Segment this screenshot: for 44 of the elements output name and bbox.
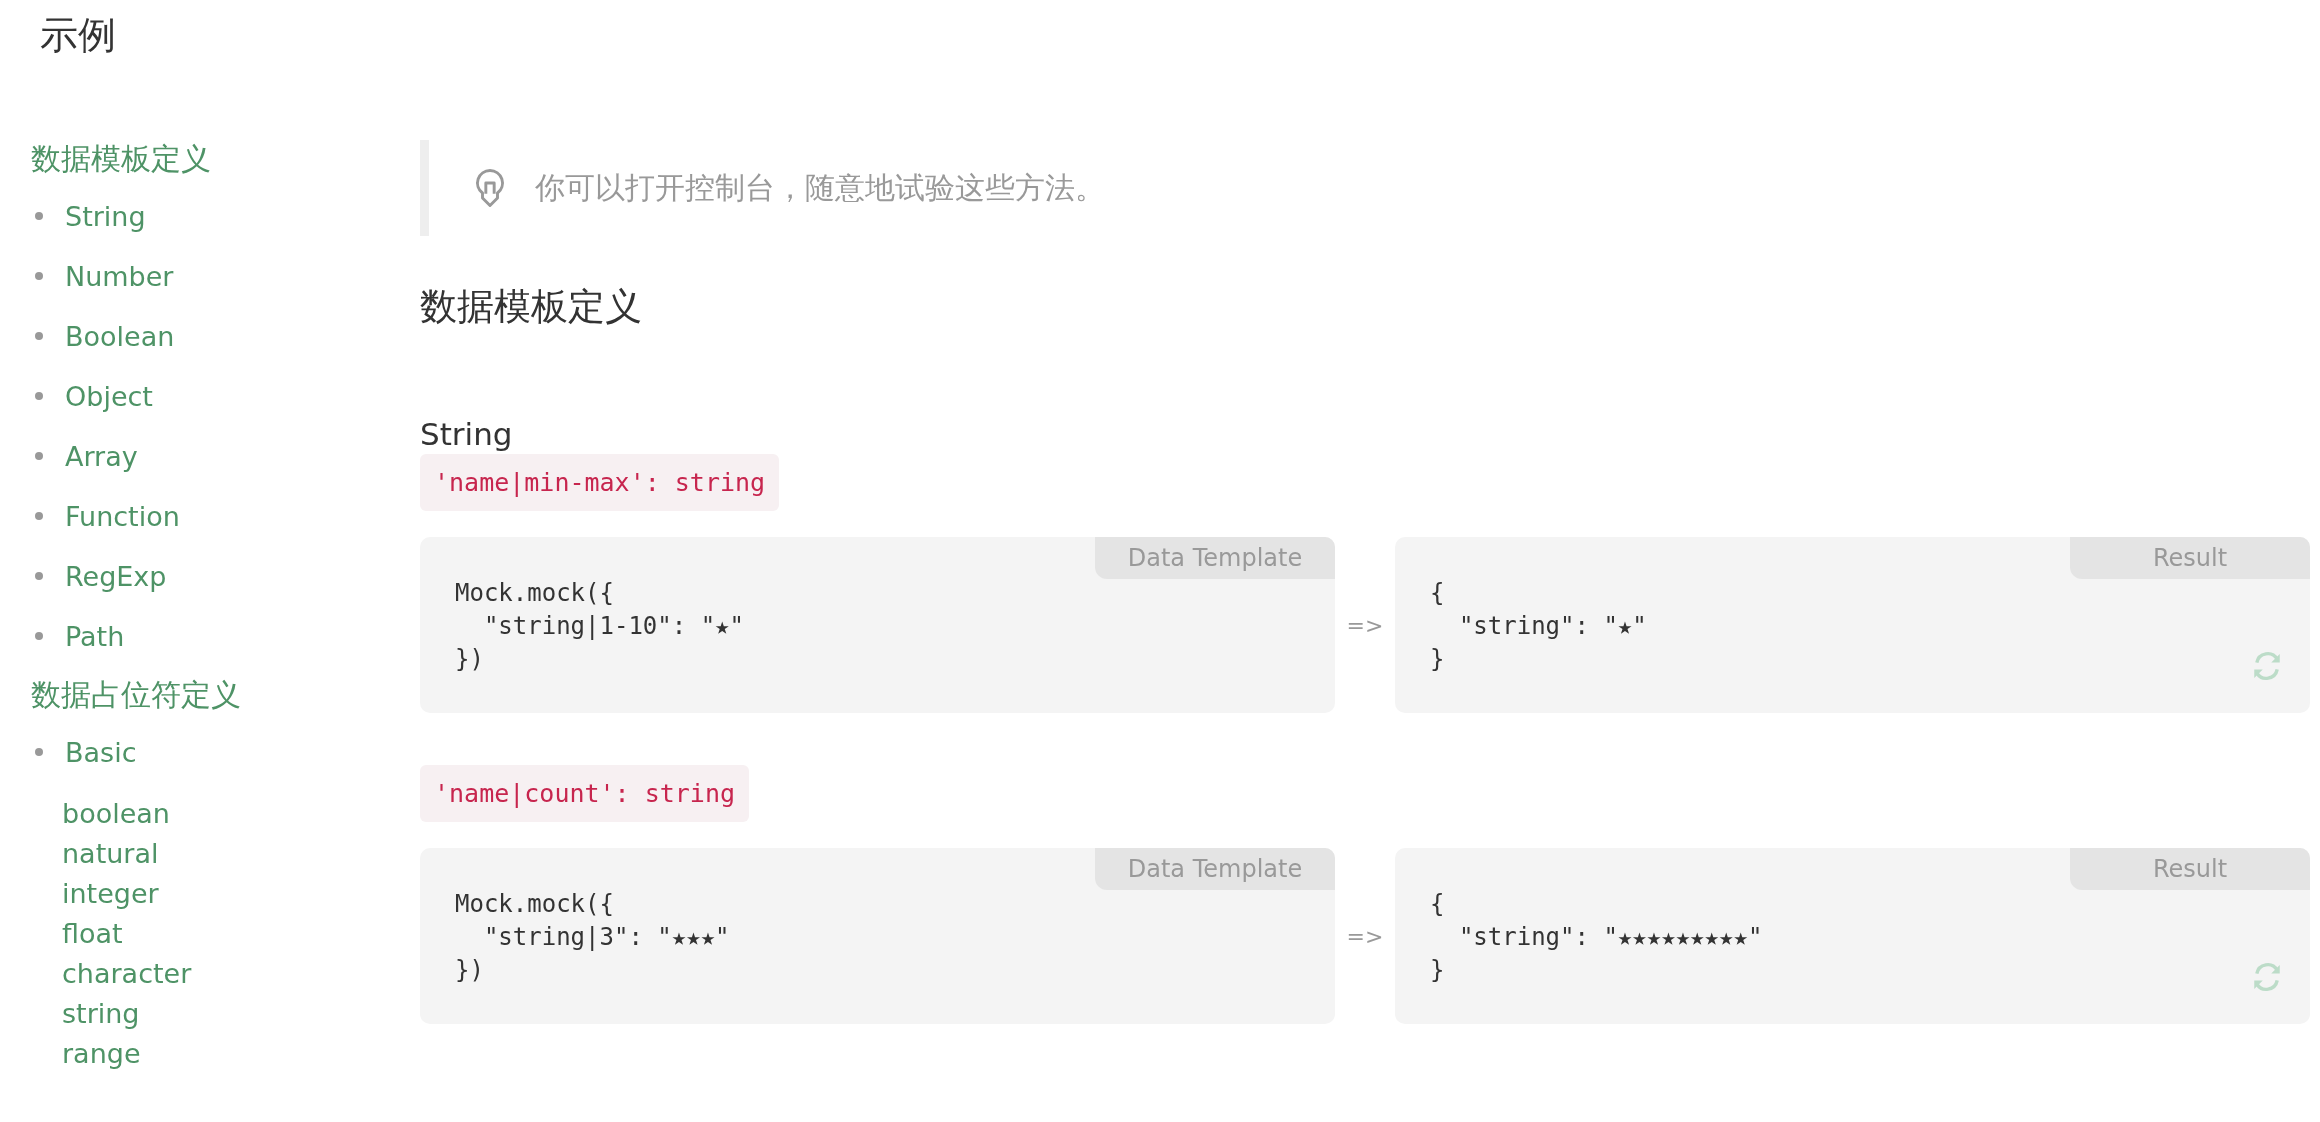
section-heading: 数据模板定义 xyxy=(420,284,643,330)
sidebar-subitem[interactable]: range xyxy=(62,1034,141,1074)
code-text: Mock.mock({ "string|1-10": "★" }) xyxy=(455,578,744,675)
sidebar-subitem[interactable]: float xyxy=(62,914,123,954)
bullet-icon xyxy=(35,332,43,340)
sidebar-subitem[interactable]: natural xyxy=(62,834,159,874)
block-label: Result xyxy=(2070,537,2310,579)
sidebar-item[interactable]: Function xyxy=(65,500,180,532)
bullet-icon xyxy=(35,748,43,756)
sidebar-heading[interactable]: 数据占位符定义 xyxy=(31,674,241,716)
page-title: 示例 xyxy=(39,12,117,58)
bullet-icon xyxy=(35,272,43,280)
arrow-text: => xyxy=(1345,923,1385,949)
bullet-icon xyxy=(35,212,43,220)
sidebar-subitem[interactable]: character xyxy=(62,954,192,994)
subsection-heading: String xyxy=(420,415,514,454)
sidebar-item[interactable]: Basic xyxy=(65,736,137,768)
bullet-icon xyxy=(35,512,43,520)
sidebar-item[interactable]: Boolean xyxy=(65,320,175,352)
tip-text: 你可以打开控制台，随意地试验这些方法。 xyxy=(535,168,1105,207)
block-label: Data Template xyxy=(1095,848,1335,890)
bullet-icon xyxy=(35,392,43,400)
sidebar-item[interactable]: Path xyxy=(65,620,125,652)
sidebar-subitem[interactable]: integer xyxy=(62,874,159,914)
rule-code: 'name|count': string xyxy=(420,765,750,822)
sidebar-item[interactable]: String xyxy=(65,200,146,232)
sidebar-item[interactable]: Object xyxy=(65,380,153,412)
sidebar-item[interactable]: Number xyxy=(65,260,174,292)
code-text: { "string": "★★★★★★★★★" } xyxy=(1430,889,1763,986)
bullet-icon xyxy=(35,572,43,580)
code-text: { "string": "★" } xyxy=(1430,578,1647,675)
sidebar-subitem[interactable]: boolean xyxy=(62,794,170,834)
sidebar-subitem[interactable]: string xyxy=(62,994,140,1034)
arrow-text: => xyxy=(1345,612,1385,638)
sidebar-item[interactable]: Array xyxy=(65,440,138,472)
rule-code: 'name|min-max': string xyxy=(420,454,780,511)
bullet-icon xyxy=(35,632,43,640)
lightbulb-icon xyxy=(473,168,507,208)
sidebar-heading[interactable]: 数据模板定义 xyxy=(31,138,211,180)
sidebar-item[interactable]: RegExp xyxy=(65,560,167,592)
block-label: Data Template xyxy=(1095,537,1335,579)
block-label: Result xyxy=(2070,848,2310,890)
bullet-icon xyxy=(35,452,43,460)
code-text: Mock.mock({ "string|3": "★★★" }) xyxy=(455,889,730,986)
